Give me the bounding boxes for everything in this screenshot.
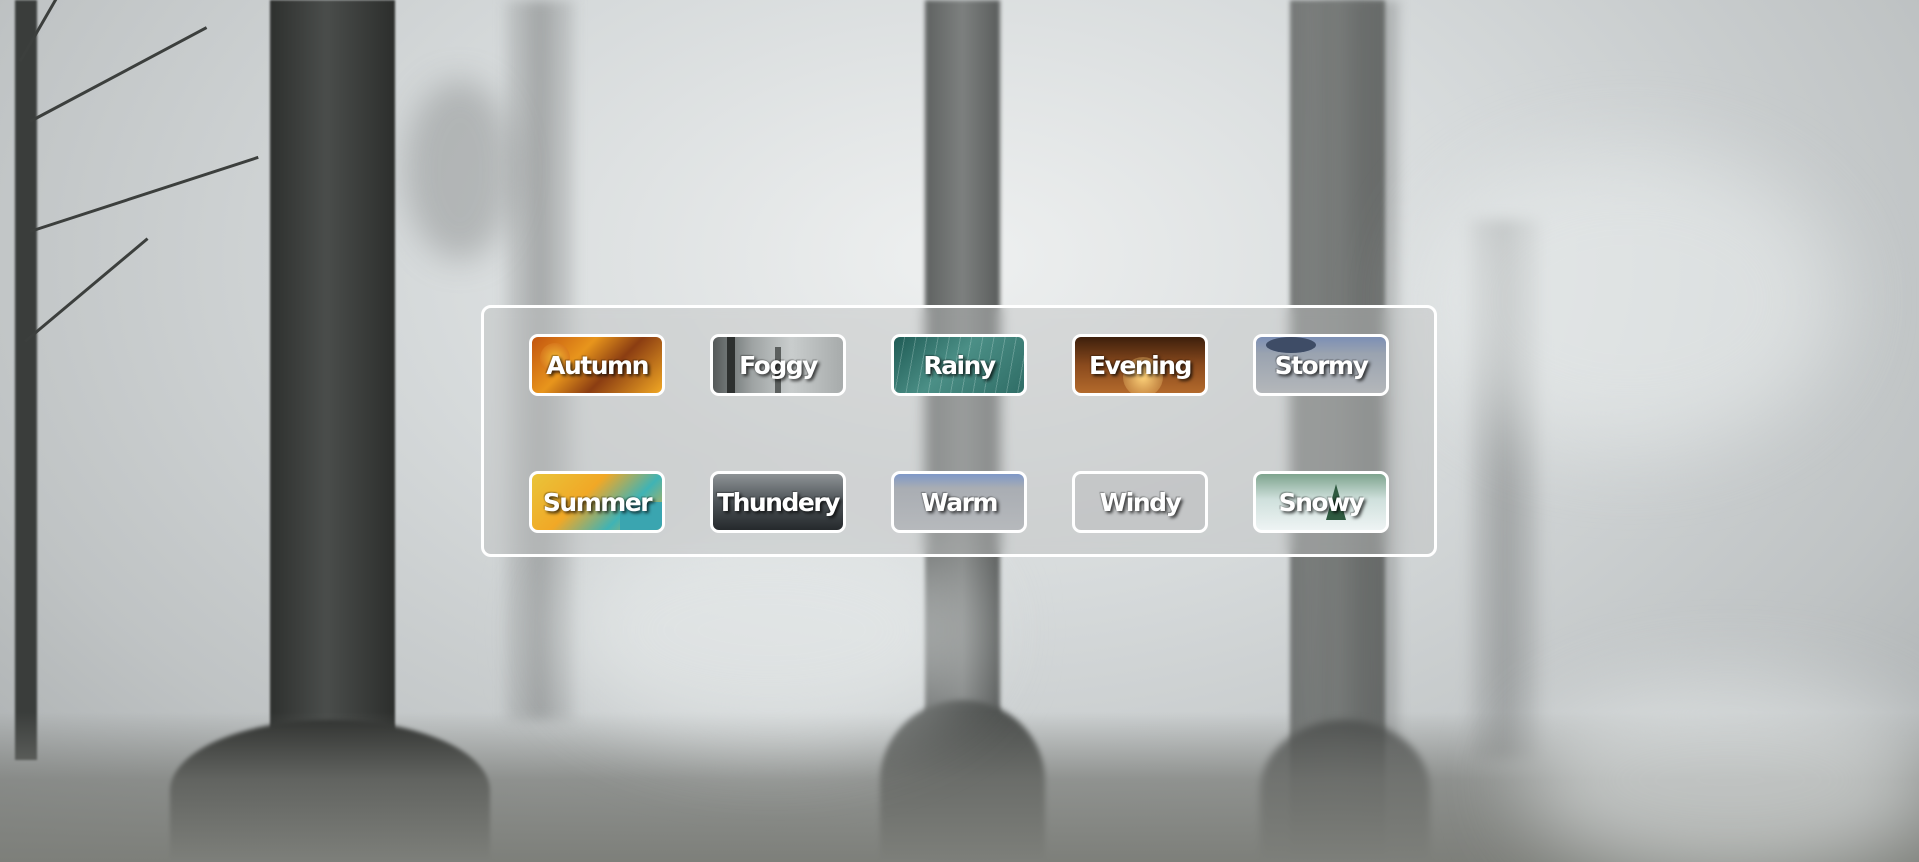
- weather-selector-panel: Autumn Foggy Rainy Evening Stormy Summer…: [481, 305, 1437, 557]
- autumn-button[interactable]: Autumn: [529, 334, 665, 396]
- foggy-forest-background: Autumn Foggy Rainy Evening Stormy Summer…: [0, 0, 1919, 862]
- evening-label: Evening: [1089, 350, 1192, 380]
- thundery-label: Thundery: [717, 487, 840, 517]
- summer-label: Summer: [542, 487, 653, 517]
- rainy-button[interactable]: Rainy: [891, 334, 1027, 396]
- bare-tree-branch: [29, 155, 259, 233]
- evening-button[interactable]: Evening: [1072, 334, 1208, 396]
- fog-tree-icon: [727, 337, 735, 393]
- thundery-button[interactable]: Thundery: [710, 471, 846, 533]
- bare-tree-branch: [24, 237, 149, 343]
- fog-patch: [1420, 150, 1840, 450]
- snowy-label: Snowy: [1278, 487, 1365, 517]
- autumn-label: Autumn: [546, 350, 649, 380]
- stormy-button[interactable]: Stormy: [1253, 334, 1389, 396]
- foggy-label: Foggy: [739, 350, 818, 380]
- snowy-button[interactable]: Snowy: [1253, 471, 1389, 533]
- distant-tree: [405, 80, 515, 260]
- bare-tree: [15, 0, 37, 760]
- windy-button[interactable]: Windy: [1072, 471, 1208, 533]
- stormy-label: Stormy: [1274, 350, 1369, 380]
- summer-button[interactable]: Summer: [529, 471, 665, 533]
- bare-tree-branch: [29, 26, 208, 123]
- foggy-button[interactable]: Foggy: [710, 334, 846, 396]
- warm-label: Warm: [921, 487, 998, 517]
- fog-patch: [1520, 680, 1919, 862]
- warm-button[interactable]: Warm: [891, 471, 1027, 533]
- rainy-label: Rainy: [923, 350, 996, 380]
- windy-label: Windy: [1099, 487, 1182, 517]
